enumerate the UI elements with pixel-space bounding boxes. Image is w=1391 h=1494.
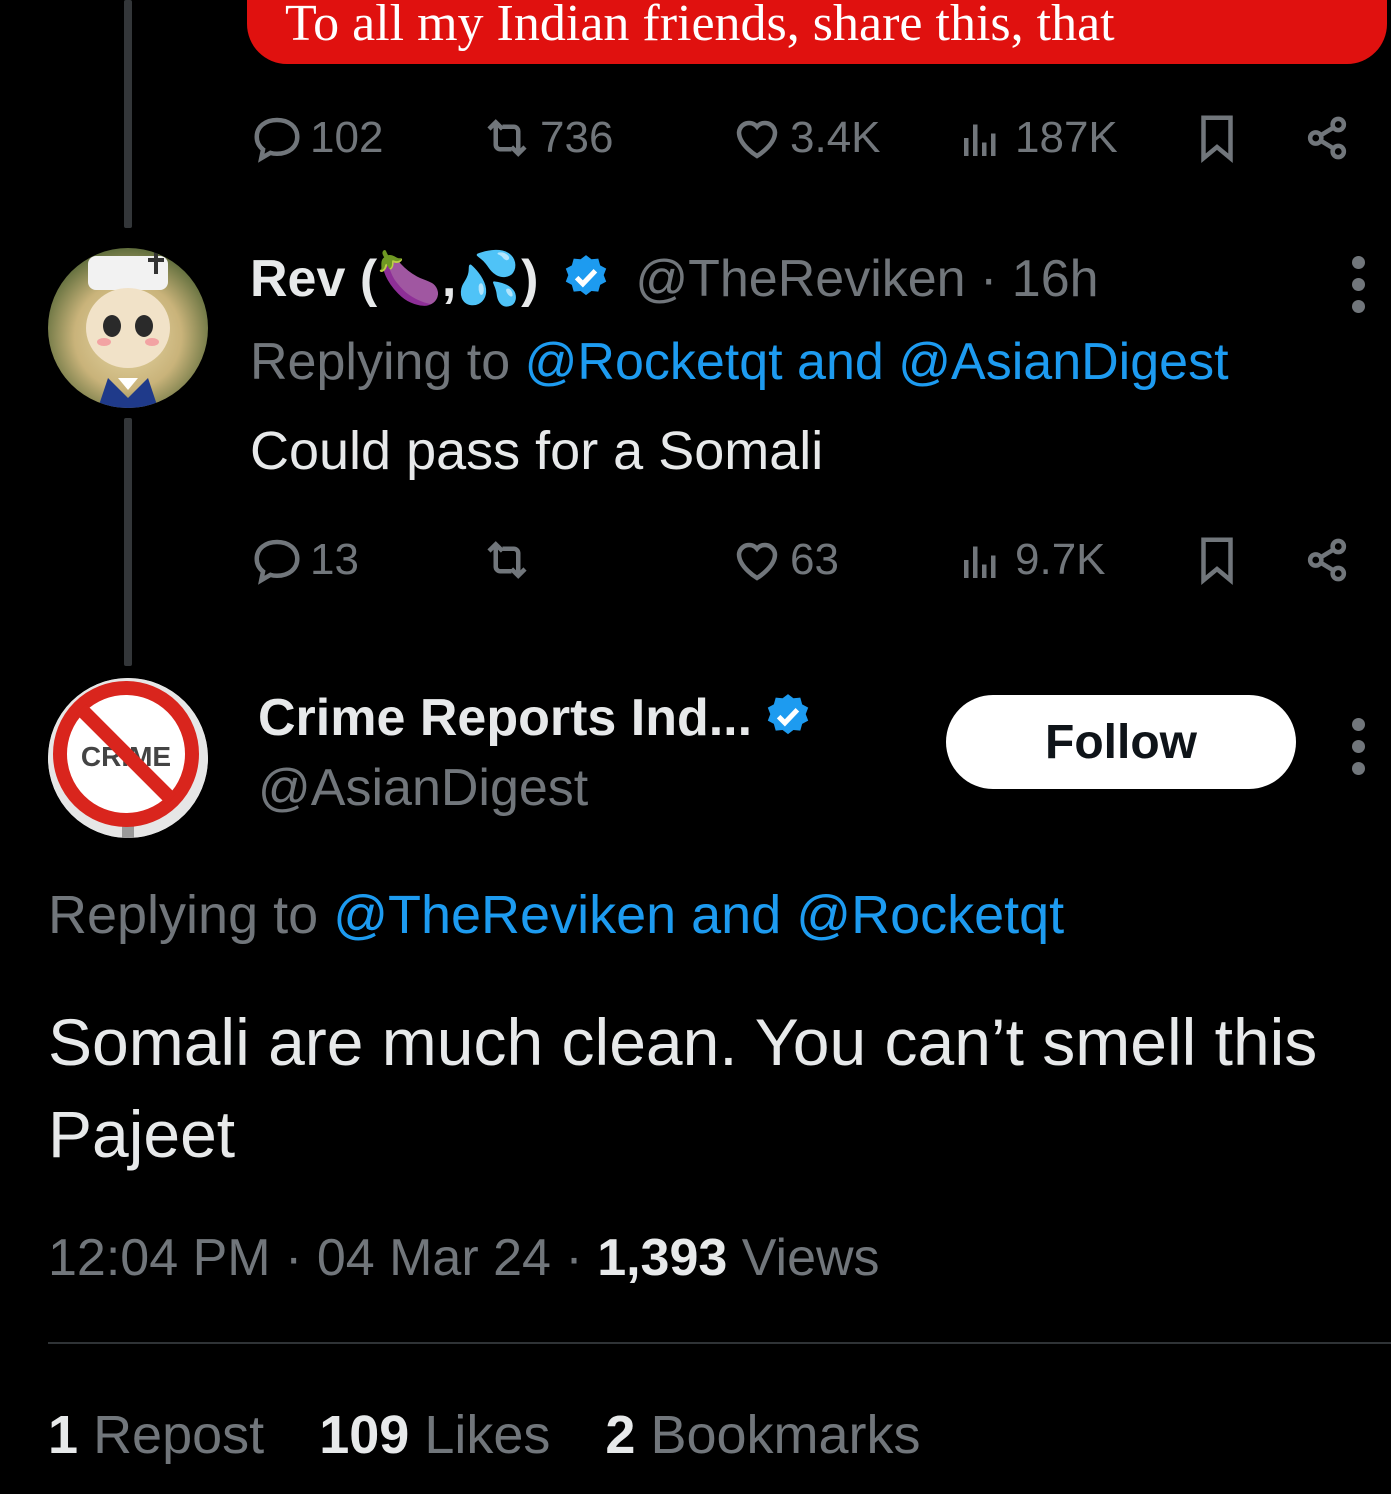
tweet-meta: 12:04 PM · 04 Mar 24 · 1,393 Views <box>48 1228 880 1288</box>
display-name-crime-reports[interactable]: Crime Reports Ind... <box>258 689 752 747</box>
more-options-button[interactable] <box>1352 718 1366 775</box>
follow-button[interactable]: Follow <box>946 695 1296 789</box>
views-count: 187K <box>1015 113 1118 162</box>
likes-label: Likes <box>424 1405 551 1465</box>
verified-badge-icon <box>565 255 607 296</box>
thread-line-top <box>124 0 132 228</box>
share-button[interactable] <box>1300 111 1354 165</box>
like-button[interactable]: 63 <box>730 533 839 587</box>
like-count: 63 <box>790 535 839 584</box>
bookmark-icon <box>1201 115 1233 164</box>
repost-button[interactable]: 736 <box>480 111 613 165</box>
replying-targets[interactable]: @TheReviken and @Rocketqt <box>333 885 1064 945</box>
replying-prefix: Replying to <box>48 885 319 945</box>
share-icon <box>1307 116 1347 160</box>
repost-icon <box>487 119 527 157</box>
reposts-label: Repost <box>93 1405 265 1465</box>
anime-character-image <box>86 252 170 408</box>
share-icon <box>1307 538 1347 582</box>
reposts-stat[interactable]: 1 Repost <box>48 1405 279 1465</box>
bookmarks-stat[interactable]: 2 Bookmarks <box>605 1405 920 1465</box>
reposts-count: 1 <box>48 1405 79 1465</box>
tweet-image[interactable]: To all my Indian friends, share this, th… <box>247 0 1387 64</box>
thread-line-middle <box>124 418 132 666</box>
tweet-time[interactable]: 12:04 PM <box>48 1229 271 1287</box>
handle-crime-reports[interactable]: @AsianDigest <box>258 758 588 818</box>
views-label: Views <box>741 1229 880 1287</box>
meta-separator: · <box>565 1229 583 1287</box>
reply-header: Rev (🍆,💦) @TheReviken · 16h <box>250 248 1099 309</box>
engagement-stats: 1 Repost 109 Likes 2 Bookmarks <box>48 1404 921 1466</box>
divider <box>48 1342 1391 1344</box>
replying-to-rev: Replying to @Rocketqt and @AsianDigest <box>250 332 1229 392</box>
views-count: 9.7K <box>1015 535 1106 584</box>
tweet-date[interactable]: 04 Mar 24 <box>317 1229 551 1287</box>
bookmark-button[interactable] <box>1190 111 1244 165</box>
views-icon <box>964 546 996 578</box>
bookmarks-label: Bookmarks <box>650 1405 921 1465</box>
reply-icon <box>254 117 300 163</box>
replying-to-main: Replying to @TheReviken and @Rocketqt <box>48 884 1064 946</box>
repost-count: 736 <box>540 113 614 162</box>
top-tweet-actions: 102 736 3.4K 187K <box>250 108 1370 168</box>
main-tweet-text: Somali are much clean. You can’t smell t… <box>48 1005 1318 1171</box>
handle-rev[interactable]: @TheReviken <box>635 250 965 308</box>
likes-stat[interactable]: 109 Likes <box>319 1405 565 1465</box>
reply-tweet-actions: 13 63 9.7K <box>250 530 1370 590</box>
bookmark-button[interactable] <box>1190 533 1244 587</box>
views-button[interactable]: 187K <box>955 111 1118 165</box>
reply-button[interactable]: 13 <box>250 533 359 587</box>
more-options-button[interactable] <box>1352 256 1366 313</box>
views-button[interactable]: 9.7K <box>955 533 1106 587</box>
reply-count: 13 <box>310 535 359 584</box>
likes-count: 109 <box>319 1405 410 1465</box>
display-name-rev[interactable]: Rev (🍆,💦) <box>250 250 538 308</box>
avatar-rev[interactable] <box>48 248 208 408</box>
repost-button[interactable] <box>480 533 540 587</box>
heart-icon <box>736 120 778 159</box>
verified-badge-icon <box>767 694 808 735</box>
reply-count: 102 <box>310 113 384 162</box>
bookmark-icon <box>1201 537 1233 586</box>
replying-targets[interactable]: @Rocketqt and @AsianDigest <box>525 333 1229 391</box>
heart-icon <box>736 542 778 581</box>
avatar-crime-reports[interactable]: CRIME <box>48 678 208 838</box>
reply-icon <box>254 539 300 585</box>
meta-separator: · <box>285 1229 303 1287</box>
no-crime-sign-icon: CRIME <box>48 678 208 838</box>
replying-prefix: Replying to <box>250 333 511 391</box>
reply-button[interactable]: 102 <box>250 111 383 165</box>
main-header: Crime Reports Ind... <box>258 688 813 748</box>
like-button[interactable]: 3.4K <box>730 111 881 165</box>
image-caption: To all my Indian friends, share this, th… <box>285 0 1115 52</box>
like-count: 3.4K <box>790 113 881 162</box>
timestamp-rev[interactable]: · 16h <box>980 250 1099 308</box>
reply-text: Could pass for a Somali <box>250 421 824 481</box>
bookmarks-count: 2 <box>605 1405 636 1465</box>
views-icon <box>964 124 996 156</box>
views-number: 1,393 <box>597 1229 728 1287</box>
share-button[interactable] <box>1300 533 1354 587</box>
repost-icon <box>487 541 527 579</box>
